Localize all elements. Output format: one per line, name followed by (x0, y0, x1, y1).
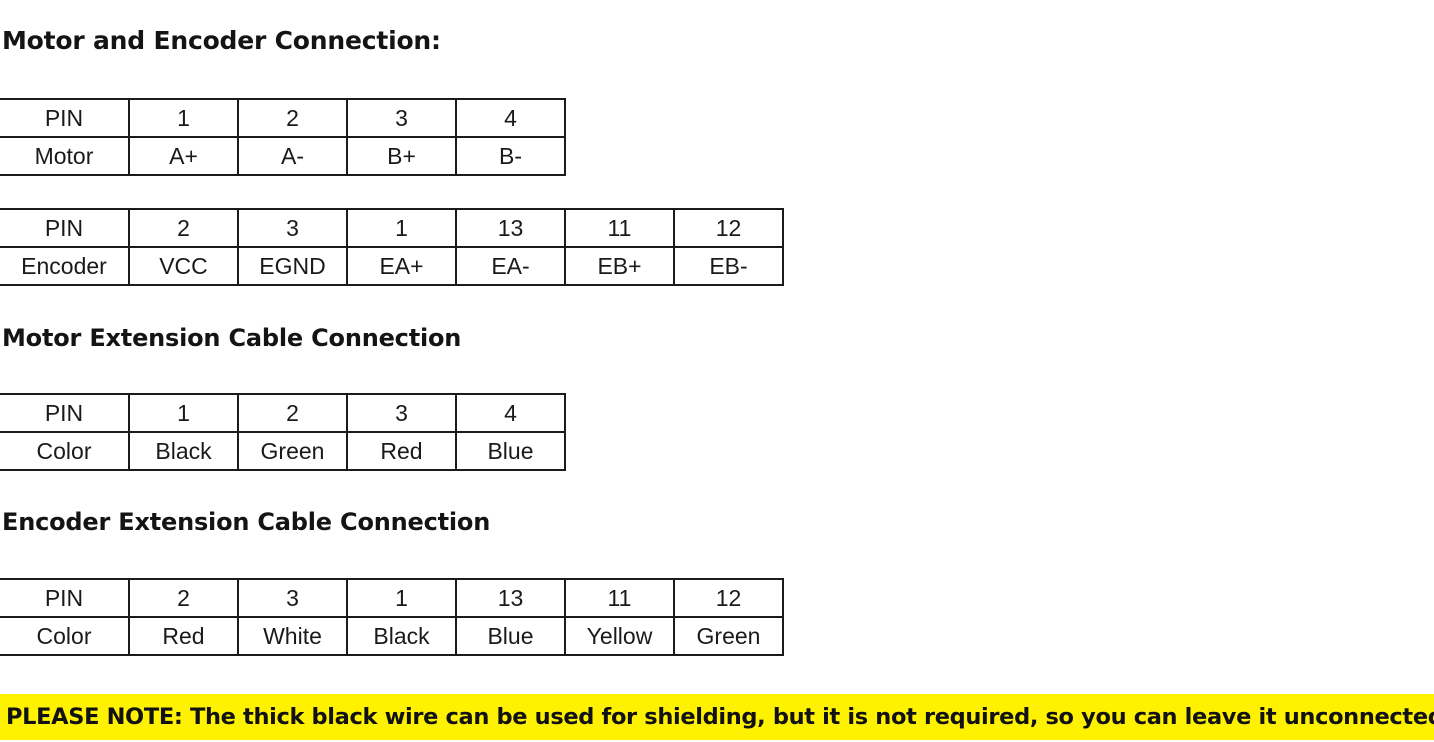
cell-color-value: Black (128, 431, 239, 471)
cell-pin-value: 2 (128, 578, 239, 618)
cell-pin-value: 3 (346, 393, 457, 433)
heading-motor-extension-cable-connection: Motor Extension Cable Connection (2, 324, 462, 352)
cell-signal-value: EA+ (346, 246, 457, 286)
table-motor-extension-cable: PIN 1 2 3 4 Color Black Green Red Blue (0, 393, 566, 471)
cell-pin-value: 1 (128, 98, 239, 138)
cell-pin-value: 2 (128, 208, 239, 248)
table-row: Color Black Green Red Blue (0, 431, 566, 471)
datasheet-page: Motor and Encoder Connection: PIN 1 2 3 … (0, 0, 1434, 742)
cell-pin-value: 1 (128, 393, 239, 433)
cell-signal-value: EA- (455, 246, 566, 286)
cell-signal-value: B- (455, 136, 566, 176)
cell-signal-value: VCC (128, 246, 239, 286)
table-encoder-extension-cable: PIN 2 3 1 13 11 12 Color Red White Black… (0, 578, 784, 656)
cell-pin-value: 4 (455, 98, 566, 138)
cell-pin-label: PIN (0, 578, 130, 618)
cell-pin-value: 1 (346, 208, 457, 248)
table-row: PIN 2 3 1 13 11 12 (0, 578, 784, 618)
cell-color-value: Green (673, 616, 784, 656)
cell-pin-value: 3 (346, 98, 457, 138)
cell-color-value: Red (346, 431, 457, 471)
cell-color-value: Green (237, 431, 348, 471)
cell-color-value: Red (128, 616, 239, 656)
table-encoder-connection: PIN 2 3 1 13 11 12 Encoder VCC EGND EA+ … (0, 208, 784, 286)
table-row: Encoder VCC EGND EA+ EA- EB+ EB- (0, 246, 784, 286)
cell-signal-value: EB- (673, 246, 784, 286)
cell-pin-value: 2 (237, 98, 348, 138)
cell-pin-label: PIN (0, 208, 130, 248)
table-row: PIN 1 2 3 4 (0, 98, 566, 138)
cell-signal-label: Encoder (0, 246, 130, 286)
note-text: PLEASE NOTE: The thick black wire can be… (6, 704, 1434, 730)
cell-color-label: Color (0, 616, 130, 656)
table-row: PIN 2 3 1 13 11 12 (0, 208, 784, 248)
cell-signal-value: A- (237, 136, 348, 176)
cell-pin-value: 13 (455, 208, 566, 248)
cell-pin-value: 4 (455, 393, 566, 433)
cell-pin-value: 12 (673, 208, 784, 248)
cell-color-value: Blue (455, 431, 566, 471)
cell-pin-value: 11 (564, 578, 675, 618)
cell-pin-label: PIN (0, 393, 130, 433)
cell-signal-label: Motor (0, 136, 130, 176)
cell-signal-value: EB+ (564, 246, 675, 286)
cell-color-value: Blue (455, 616, 566, 656)
cell-color-value: Black (346, 616, 457, 656)
cell-pin-value: 1 (346, 578, 457, 618)
cell-color-value: White (237, 616, 348, 656)
cell-pin-value: 2 (237, 393, 348, 433)
heading-motor-and-encoder-connection: Motor and Encoder Connection: (2, 26, 441, 55)
cell-color-value: Yellow (564, 616, 675, 656)
table-row: PIN 1 2 3 4 (0, 393, 566, 433)
table-row: Color Red White Black Blue Yellow Green (0, 616, 784, 656)
heading-encoder-extension-cable-connection: Encoder Extension Cable Connection (2, 508, 491, 536)
cell-pin-label: PIN (0, 98, 130, 138)
table-motor-connection: PIN 1 2 3 4 Motor A+ A- B+ B- (0, 98, 566, 176)
cell-pin-value: 11 (564, 208, 675, 248)
table-row: Motor A+ A- B+ B- (0, 136, 566, 176)
cell-signal-value: EGND (237, 246, 348, 286)
cell-pin-value: 13 (455, 578, 566, 618)
cell-pin-value: 3 (237, 208, 348, 248)
note-highlight-bar: PLEASE NOTE: The thick black wire can be… (0, 694, 1434, 740)
cell-pin-value: 3 (237, 578, 348, 618)
cell-pin-value: 12 (673, 578, 784, 618)
cell-signal-value: A+ (128, 136, 239, 176)
cell-signal-value: B+ (346, 136, 457, 176)
cell-color-label: Color (0, 431, 130, 471)
